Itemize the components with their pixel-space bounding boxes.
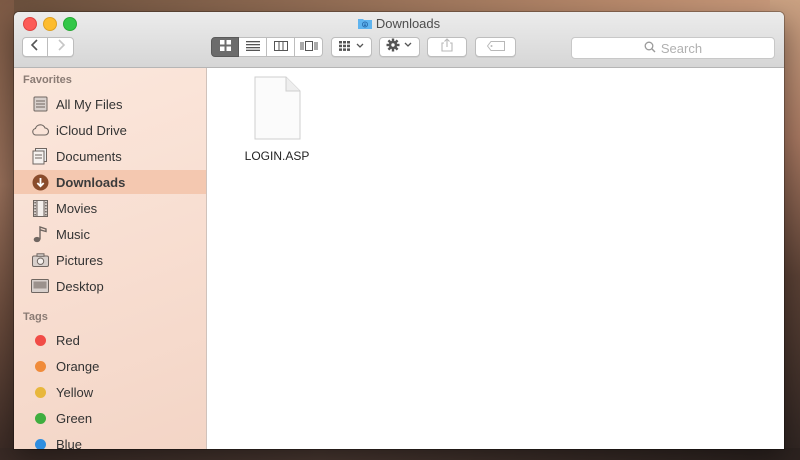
view-mode-control <box>211 37 323 57</box>
camera-icon <box>31 251 49 269</box>
green-tag-icon <box>35 412 46 424</box>
coverflow-view-button[interactable] <box>295 37 323 57</box>
download-icon <box>31 173 49 191</box>
columns-icon <box>273 38 288 56</box>
chevron-left-icon <box>30 38 40 56</box>
window-title-text: Downloads <box>375 16 441 31</box>
arrange-grid-icon <box>338 38 365 56</box>
arrange-button[interactable] <box>331 37 372 57</box>
red-tag-icon <box>35 334 46 346</box>
finder-window: Downloads Search Favorites All My Files … <box>14 12 784 449</box>
favorites-heading: Favorites <box>23 74 72 86</box>
file-item[interactable]: LOGIN.ASP <box>235 76 319 163</box>
tag-button[interactable] <box>475 37 516 57</box>
sidebar-item-icloud-drive[interactable]: iCloud Drive <box>14 118 206 142</box>
share-button[interactable] <box>427 37 467 57</box>
music-note-icon <box>31 225 49 243</box>
file-browser-content: LOGIN.ASP <box>207 68 784 449</box>
sidebar-item-all-my-files[interactable]: All My Files <box>14 92 206 116</box>
sidebar-item-music[interactable]: Music <box>14 222 206 246</box>
file-name: LOGIN.ASP <box>244 149 310 163</box>
tag-icon <box>486 38 505 56</box>
chevron-right-icon <box>56 38 66 56</box>
sidebar-item-downloads[interactable]: Downloads <box>14 170 206 194</box>
search-field[interactable]: Search <box>571 37 775 59</box>
share-icon <box>441 37 453 57</box>
sidebar-tag-red[interactable]: Red <box>14 328 206 352</box>
cloud-icon <box>31 121 49 139</box>
column-view-button[interactable] <box>267 37 295 57</box>
list-view-button[interactable] <box>239 37 267 57</box>
coverflow-icon <box>300 38 318 56</box>
film-icon <box>31 199 49 217</box>
window-title: Downloads <box>14 16 784 31</box>
blue-tag-icon <box>35 438 46 449</box>
back-button[interactable] <box>22 37 48 57</box>
sidebar-tag-green[interactable]: Green <box>14 406 206 430</box>
all-files-icon <box>31 95 49 113</box>
document-icon <box>253 76 301 144</box>
search-placeholder: Search <box>660 40 703 56</box>
sidebar: Favorites All My Files iCloud Drive Docu… <box>14 68 207 449</box>
action-button[interactable] <box>379 37 420 57</box>
sidebar-item-documents[interactable]: Documents <box>14 144 206 168</box>
icon-view-button[interactable] <box>211 37 239 57</box>
sidebar-tag-blue[interactable]: Blue <box>14 432 206 449</box>
list-icon <box>245 38 260 56</box>
gear-icon <box>386 38 414 57</box>
desktop-background-left <box>0 0 14 460</box>
forward-button[interactable] <box>48 37 74 57</box>
sidebar-item-desktop[interactable]: Desktop <box>14 274 206 298</box>
search-icon <box>644 41 661 56</box>
tags-heading: Tags <box>23 311 48 323</box>
sidebar-item-pictures[interactable]: Pictures <box>14 248 206 272</box>
orange-tag-icon <box>35 360 46 372</box>
yellow-tag-icon <box>35 386 46 398</box>
downloads-folder-icon <box>357 17 372 29</box>
sidebar-item-movies[interactable]: Movies <box>14 196 206 220</box>
desktop-icon <box>31 277 49 295</box>
grid-icon <box>219 38 231 56</box>
titlebar: Downloads Search <box>14 12 784 68</box>
documents-icon <box>31 147 49 165</box>
sidebar-tag-yellow[interactable]: Yellow <box>14 380 206 404</box>
sidebar-tag-orange[interactable]: Orange <box>14 354 206 378</box>
desktop-background-bottom <box>0 448 800 460</box>
